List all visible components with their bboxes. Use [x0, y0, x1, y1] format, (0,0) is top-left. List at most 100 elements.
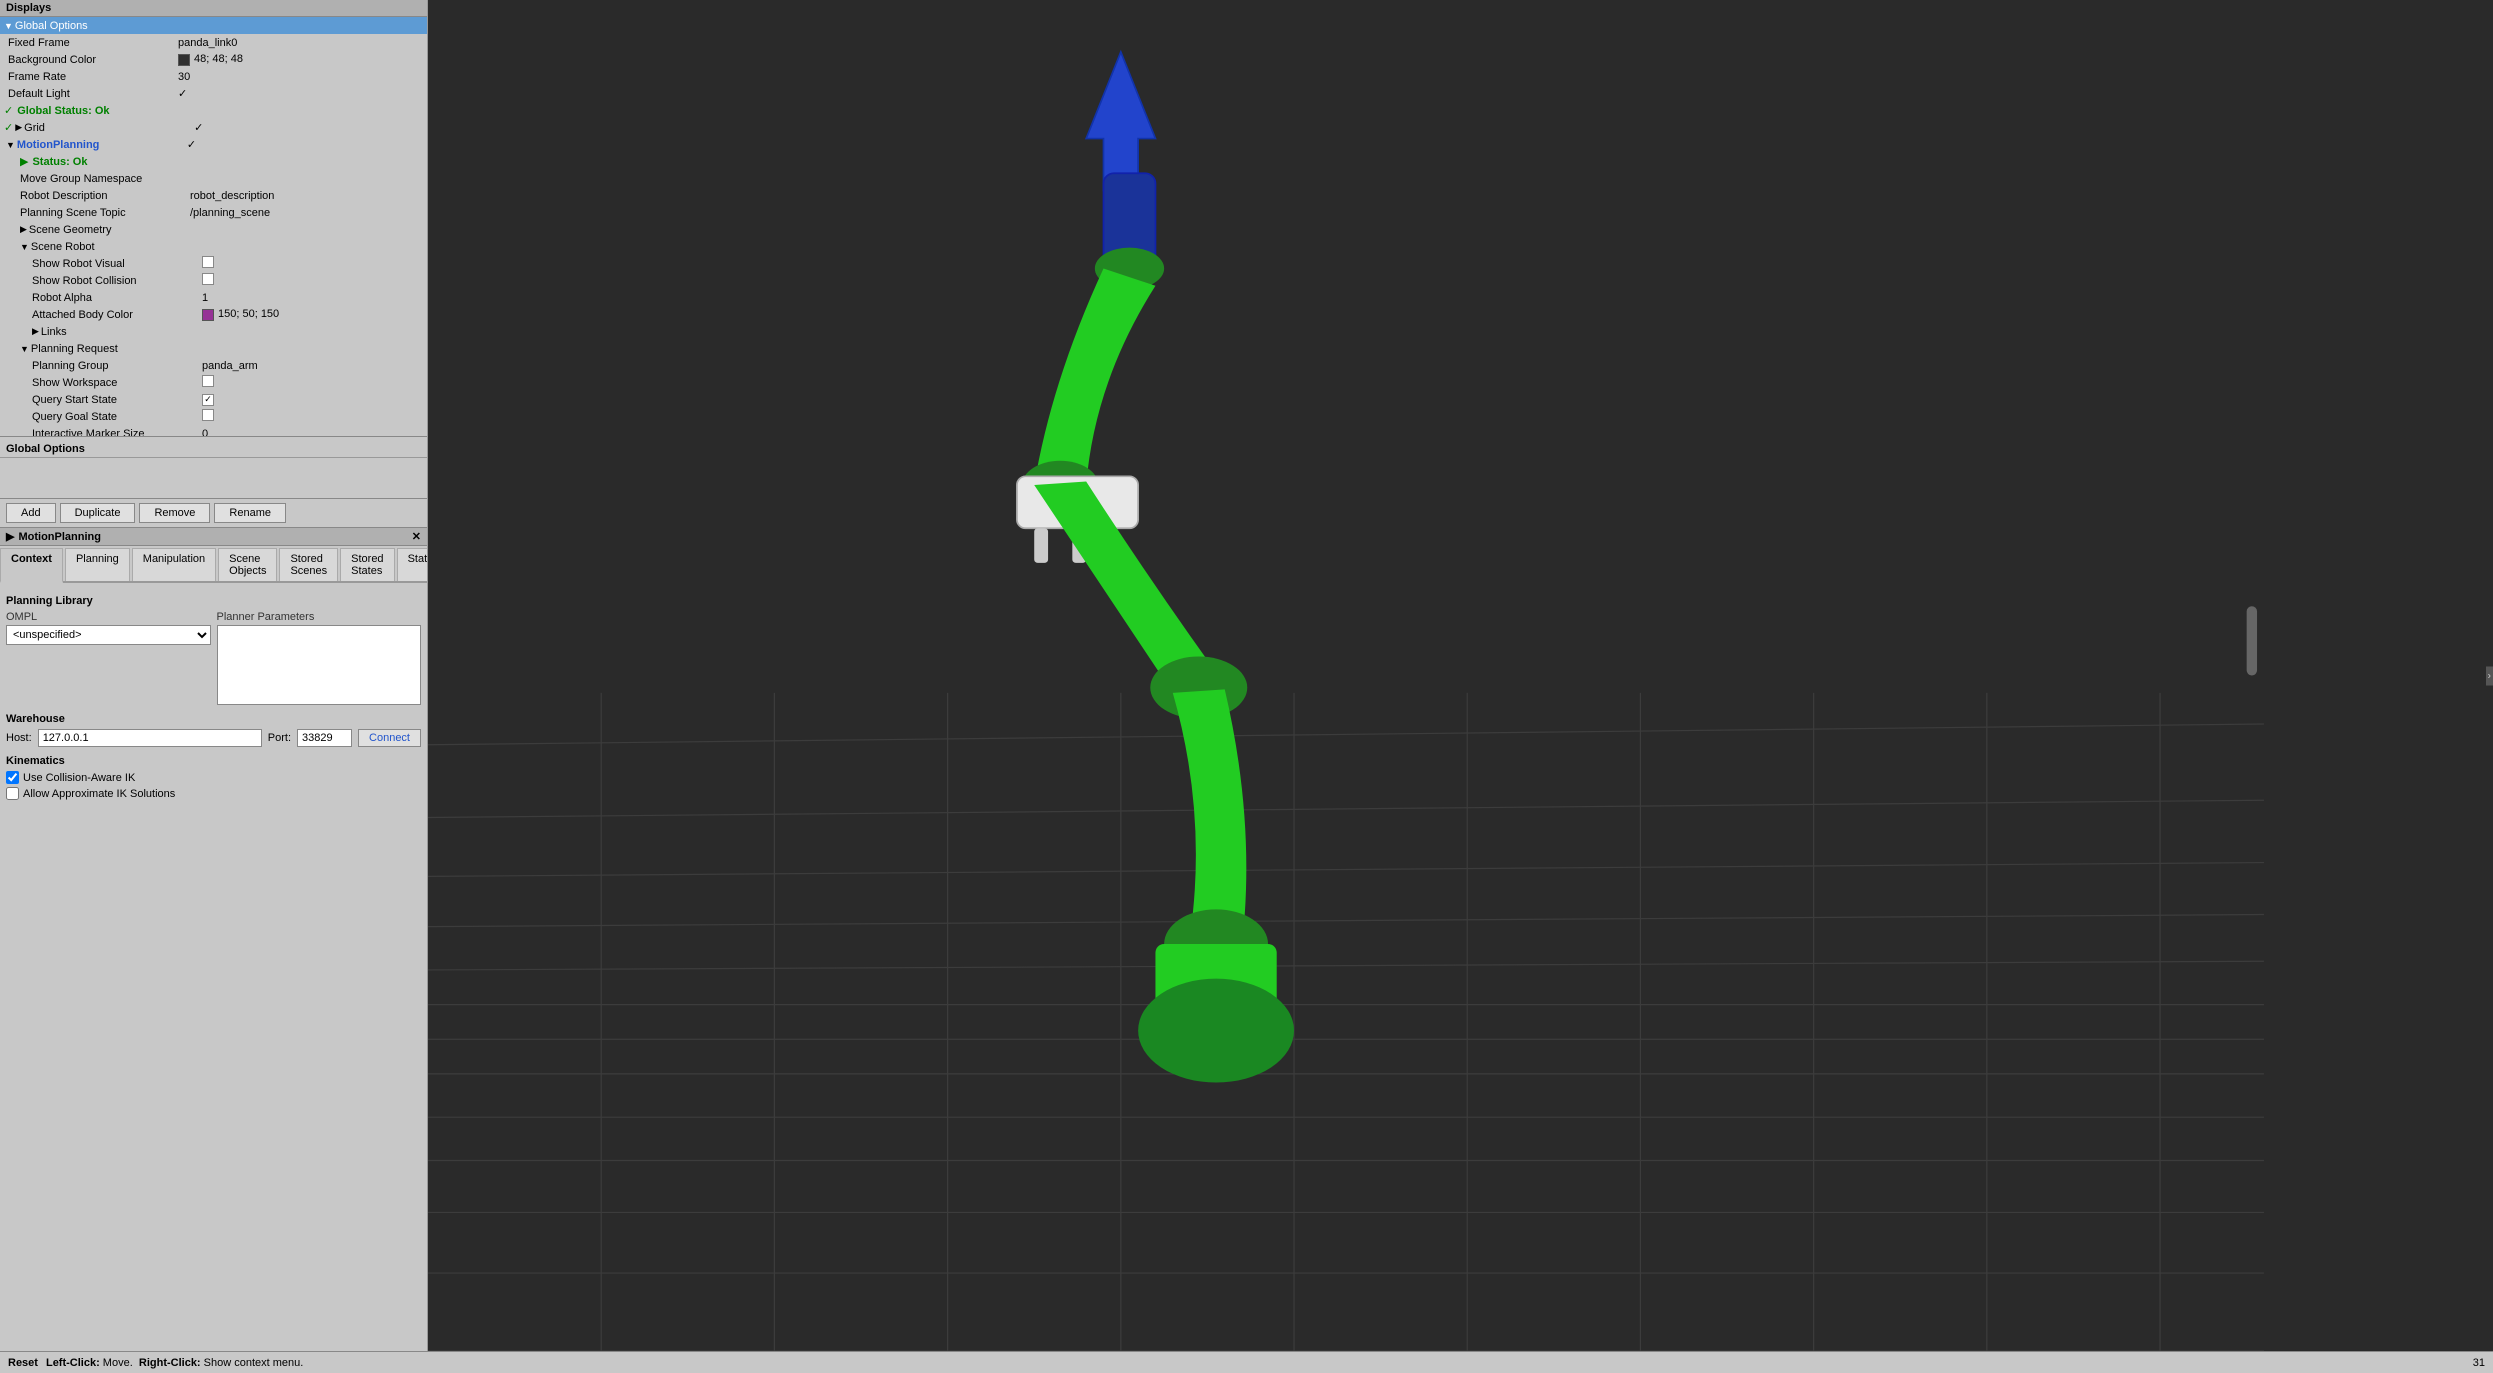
default-light-label: Default Light	[8, 88, 178, 100]
host-row: Host: Port: Connect	[6, 729, 421, 747]
tab-scene-objects[interactable]: Scene Objects	[218, 548, 277, 581]
planning-request-expand[interactable]: ▼	[20, 344, 29, 354]
robot-desc-value: robot_description	[190, 190, 423, 202]
grid-check: ✓	[194, 121, 423, 134]
tree-row-default-light[interactable]: Default Light ✓	[0, 85, 427, 102]
host-input[interactable]	[38, 729, 262, 747]
tree-row-move-group-ns[interactable]: Move Group Namespace	[0, 170, 427, 187]
query-start-state-checkbox[interactable]	[202, 394, 214, 406]
tree-row-fixed-frame[interactable]: Fixed Frame panda_link0	[0, 34, 427, 51]
grid-label: Grid	[24, 122, 194, 134]
scene-robot-expand[interactable]: ▼	[20, 242, 29, 252]
show-robot-visual-checkbox[interactable]	[202, 256, 214, 268]
interactive-marker-size-value: 0	[202, 428, 423, 438]
use-collision-ik-label: Use Collision-Aware IK	[23, 772, 135, 784]
tab-planning[interactable]: Planning	[65, 548, 130, 581]
bg-color-value: 48; 48; 48	[178, 53, 423, 65]
port-label: Port:	[268, 732, 291, 744]
planning-library-section-label: Planning Library	[6, 595, 421, 607]
planning-request-label: Planning Request	[31, 343, 201, 355]
show-robot-collision-check	[202, 273, 423, 288]
viewport-right-arrow[interactable]: ›	[2486, 666, 2493, 685]
planner-row: OMPL <unspecified> Planner Parameters	[6, 611, 421, 705]
links-expand[interactable]: ▶	[32, 326, 39, 337]
motion-planning-label[interactable]: MotionPlanning	[17, 139, 187, 151]
planning-group-label: Planning Group	[32, 360, 202, 372]
planner-select[interactable]: <unspecified>	[6, 625, 211, 645]
tree-row-bg-color[interactable]: Background Color 48; 48; 48	[0, 51, 427, 68]
add-button[interactable]: Add	[6, 503, 56, 523]
mp-check: ✓	[187, 138, 423, 151]
mp-panel-header: ▶ MotionPlanning ✕	[0, 528, 427, 546]
show-robot-collision-checkbox[interactable]	[202, 273, 214, 285]
port-input[interactable]	[297, 729, 352, 747]
tab-stored-scenes[interactable]: Stored Scenes	[279, 548, 338, 581]
duplicate-button[interactable]: Duplicate	[60, 503, 136, 523]
tree-row-query-goal-state[interactable]: Query Goal State	[0, 408, 427, 425]
tree-row-show-robot-collision[interactable]: Show Robot Collision	[0, 272, 427, 289]
show-robot-collision-label: Show Robot Collision	[32, 275, 202, 287]
tree-row-scene-robot[interactable]: ▼ Scene Robot	[0, 238, 427, 255]
tree-row-planning-scene-topic[interactable]: Planning Scene Topic /planning_scene	[0, 204, 427, 221]
reset-label[interactable]: Reset	[8, 1357, 38, 1369]
mp-header-icon: ▶	[6, 530, 14, 543]
tab-content-context: Planning Library OMPL <unspecified> Plan…	[0, 583, 427, 1351]
remove-button[interactable]: Remove	[139, 503, 210, 523]
tree-row-global-status[interactable]: ✓ Global Status: Ok	[0, 102, 427, 119]
tree-row-attached-body-color[interactable]: Attached Body Color 150; 50; 150	[0, 306, 427, 323]
mp-header-label: MotionPlanning	[18, 531, 100, 543]
tree-row-links[interactable]: ▶ Links	[0, 323, 427, 340]
tree-row-robot-alpha[interactable]: Robot Alpha 1	[0, 289, 427, 306]
tree-row-scene-geometry[interactable]: ▶ Scene Geometry	[0, 221, 427, 238]
tab-context[interactable]: Context	[0, 548, 63, 583]
robot-desc-label: Robot Description	[20, 190, 190, 202]
tree-row-robot-desc[interactable]: Robot Description robot_description	[0, 187, 427, 204]
allow-approx-ik-label: Allow Approximate IK Solutions	[23, 788, 175, 800]
fixed-frame-value: panda_link0	[178, 37, 423, 49]
scene-geometry-label: Scene Geometry	[29, 224, 199, 236]
rename-button[interactable]: Rename	[214, 503, 286, 523]
tree-row-planning-group[interactable]: Planning Group panda_arm	[0, 357, 427, 374]
displays-tree: ▼ Global Options Fixed Frame panda_link0…	[0, 17, 427, 437]
tree-row-grid[interactable]: ✓ ▶ Grid ✓	[0, 119, 427, 136]
default-light-value: ✓	[178, 87, 423, 100]
global-options-label: Global Options	[15, 20, 185, 32]
bg-color-swatch	[178, 54, 190, 66]
allow-approx-ik-checkbox[interactable]	[6, 787, 19, 800]
displays-header: Displays	[0, 0, 427, 17]
tree-row-show-robot-visual[interactable]: Show Robot Visual	[0, 255, 427, 272]
attached-body-color-label: Attached Body Color	[32, 309, 202, 321]
tree-row-show-workspace[interactable]: Show Workspace	[0, 374, 427, 391]
show-workspace-label: Show Workspace	[32, 377, 202, 389]
expand-icon[interactable]: ▼	[4, 21, 13, 31]
connect-button[interactable]: Connect	[358, 729, 421, 747]
query-goal-state-label: Query Goal State	[32, 411, 202, 423]
use-collision-ik-checkbox[interactable]	[6, 771, 19, 784]
show-workspace-checkbox[interactable]	[202, 375, 214, 387]
tab-status[interactable]: Status	[397, 548, 427, 581]
tree-row-planning-request[interactable]: ▼ Planning Request	[0, 340, 427, 357]
show-workspace-check	[202, 375, 423, 390]
planning-scene-topic-value: /planning_scene	[190, 207, 423, 219]
global-status-label: Global Status: Ok	[17, 105, 187, 117]
tree-row-interactive-marker-size[interactable]: Interactive Marker Size 0	[0, 425, 427, 437]
tree-row-global-options[interactable]: ▼ Global Options	[0, 17, 427, 34]
warehouse-label: Warehouse	[6, 713, 421, 725]
left-panel: Displays ▼ Global Options Fixed Frame pa…	[0, 0, 428, 1351]
tree-row-frame-rate[interactable]: Frame Rate 30	[0, 68, 427, 85]
planning-scene-topic-label: Planning Scene Topic	[20, 207, 190, 219]
tree-row-query-start-state[interactable]: Query Start State	[0, 391, 427, 408]
spacer	[0, 458, 427, 498]
scene-geometry-expand[interactable]: ▶	[20, 224, 27, 235]
robot-alpha-value: 1	[202, 292, 423, 304]
mp-expand-icon[interactable]: ▼	[6, 140, 15, 150]
query-goal-state-checkbox[interactable]	[202, 409, 214, 421]
tree-row-motion-planning[interactable]: ▼ MotionPlanning ✓	[0, 136, 427, 153]
move-group-ns-label: Move Group Namespace	[20, 173, 190, 185]
query-goal-state-check	[202, 409, 423, 424]
mp-header-close[interactable]: ✕	[412, 530, 421, 543]
tree-row-status-ok[interactable]: ▶ Status: Ok	[0, 153, 427, 170]
tab-manipulation[interactable]: Manipulation	[132, 548, 216, 581]
tab-stored-states[interactable]: Stored States	[340, 548, 394, 581]
grid-expand-icon[interactable]: ▶	[15, 122, 22, 133]
